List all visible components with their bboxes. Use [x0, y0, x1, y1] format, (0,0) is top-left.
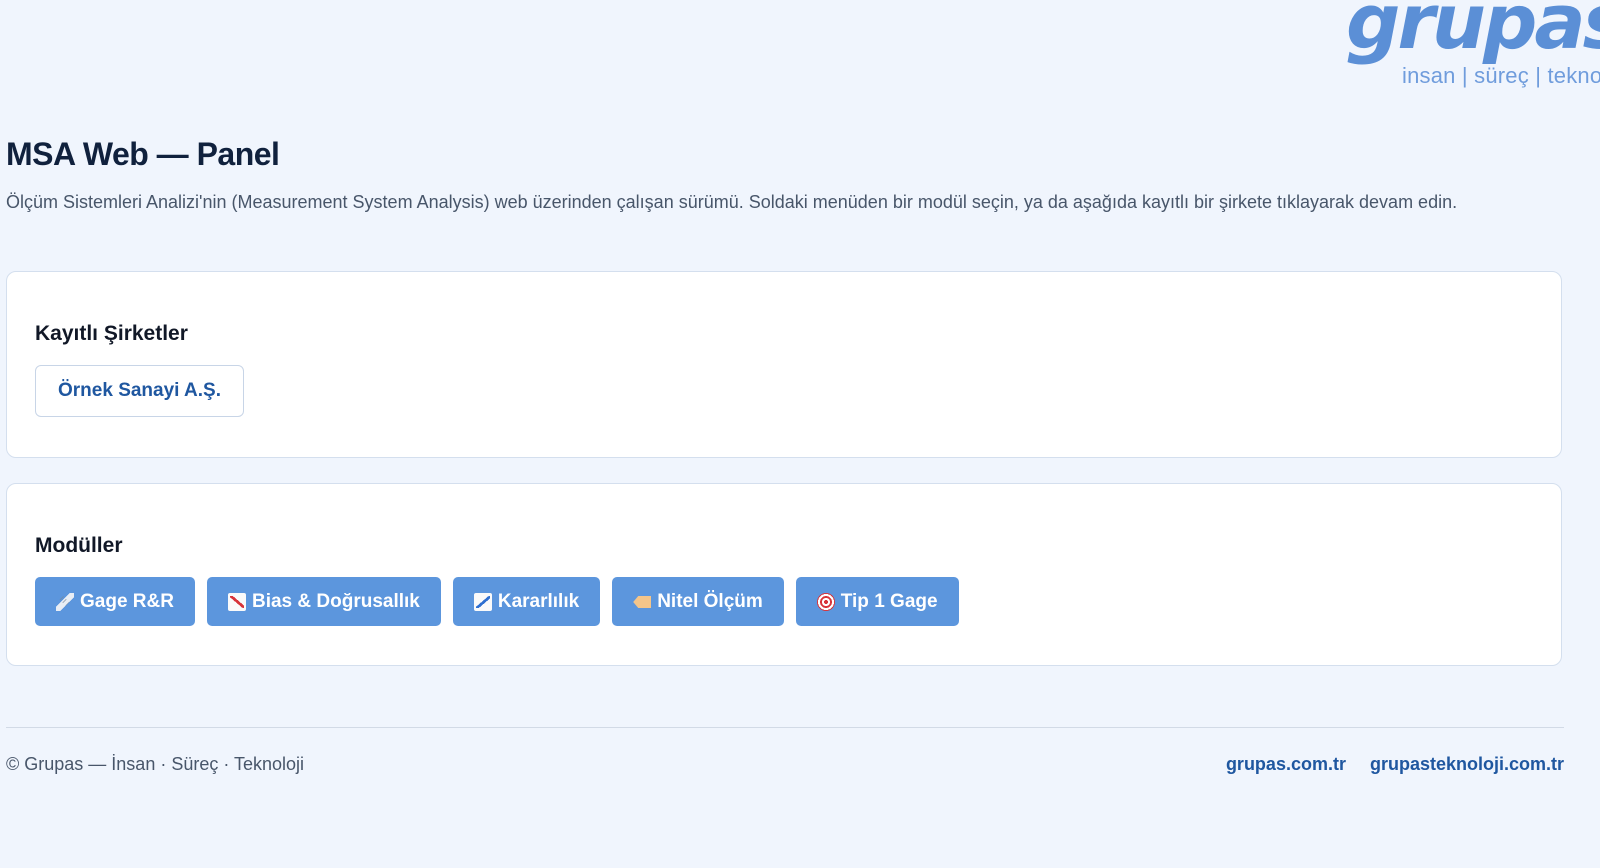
module-label: Nitel Ölçüm — [657, 590, 763, 612]
module-label: Gage R&R — [80, 590, 174, 612]
module-button-gage-rr[interactable]: Gage R&R — [35, 577, 195, 626]
footer-link-grupas[interactable]: grupas.com.tr — [1226, 754, 1346, 776]
page: grupas insan | süreç | teknoloji MSA Web… — [0, 0, 1600, 868]
companies-card: Kayıtlı Şirketler Örnek Sanayi A.Ş. — [6, 271, 1562, 458]
module-button-type1-gage[interactable]: Tip 1 Gage — [795, 577, 959, 626]
module-label: Kararlılık — [497, 590, 580, 612]
footer-links: grupas.com.tr grupasteknoloji.com.tr — [1226, 754, 1564, 776]
module-button-bias-linearity[interactable]: Bias & Doğrusallık — [206, 577, 441, 626]
logo-tagline: insan | süreç | teknoloji — [1402, 63, 1600, 88]
chart-down-icon — [473, 592, 492, 611]
chart-up-icon — [227, 592, 246, 611]
companies-title: Kayıtlı Şirketler — [35, 322, 188, 345]
page-description: Ölçüm Sistemleri Analizi'nin (Measuremen… — [6, 192, 1458, 212]
module-button-attribute[interactable]: Nitel Ölçüm — [612, 577, 784, 626]
modules-card: Modüller Gage R&R Bias & Doğrusallık Kar… — [6, 483, 1562, 666]
footer-divider — [6, 727, 1564, 728]
footer-copyright: © Grupas — İnsan · Süreç · Teknoloji — [6, 754, 305, 774]
page-title: MSA Web — Panel — [6, 136, 280, 172]
company-button-ornek-sanayi[interactable]: Örnek Sanayi A.Ş. — [35, 365, 244, 417]
module-label: Bias & Doğrusallık — [251, 590, 420, 612]
module-label: Tip 1 Gage — [840, 590, 938, 612]
grupas-logo: grupas insan | süreç | teknoloji — [1344, 0, 1600, 90]
tag-icon — [633, 596, 652, 608]
module-button-row: Gage R&R Bias & Doğrusallık Kararlılık N… — [35, 577, 959, 626]
logo-wordmark: grupas — [1346, 0, 1600, 66]
footer-link-grupasteknoloji[interactable]: grupasteknoloji.com.tr — [1370, 754, 1564, 776]
target-icon — [816, 592, 835, 611]
ruler-icon — [56, 592, 74, 611]
module-button-stability[interactable]: Kararlılık — [452, 577, 601, 626]
modules-title: Modüller — [35, 534, 123, 557]
